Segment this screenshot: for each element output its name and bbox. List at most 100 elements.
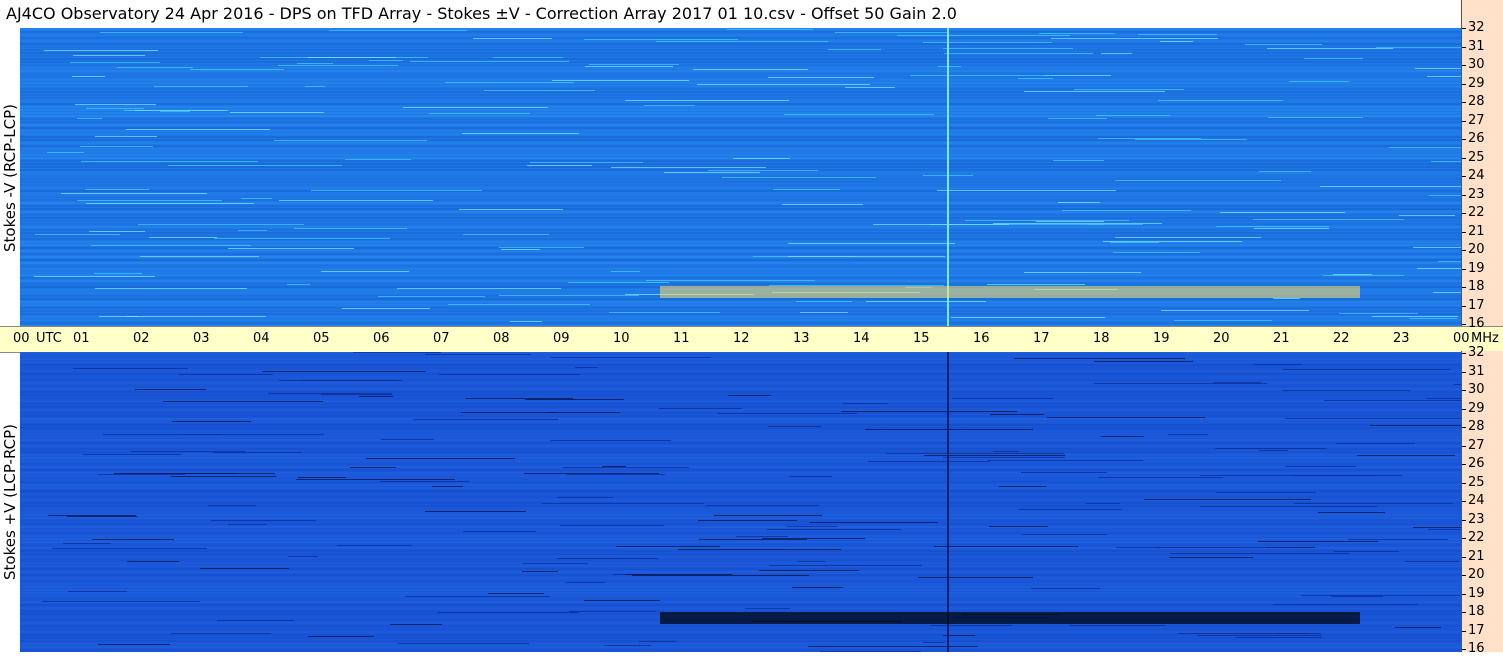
signal-streak <box>611 271 640 272</box>
signal-streak <box>828 49 881 50</box>
signal-streak <box>1235 637 1322 638</box>
utc-tick-label: 00 <box>13 331 30 346</box>
signal-streak <box>644 105 695 106</box>
spectrogram-row <box>20 643 1461 645</box>
chart-title: AJ4CO Observatory 24 Apr 2016 - DPS on T… <box>6 4 957 23</box>
signal-streak <box>656 41 828 42</box>
signal-streak <box>95 288 247 289</box>
signal-streak <box>1285 418 1461 419</box>
signal-streak <box>308 57 396 58</box>
signal-streak <box>1168 434 1208 435</box>
utc-tick-label: 02 <box>133 331 150 346</box>
signal-streak <box>930 625 1012 626</box>
spectrogram-row <box>20 49 1461 51</box>
signal-streak <box>1161 310 1309 311</box>
signal-streak <box>745 608 790 609</box>
signal-streak <box>1273 298 1300 299</box>
signal-streak <box>1253 219 1404 220</box>
signal-streak <box>951 317 1105 318</box>
signal-streak <box>461 412 556 413</box>
spectrogram-row <box>20 415 1461 417</box>
signal-streak <box>1415 68 1461 69</box>
signal-streak <box>792 587 843 588</box>
signal-streak <box>1048 118 1107 119</box>
signal-streak <box>117 67 193 68</box>
signal-streak <box>488 593 544 594</box>
signal-streak <box>268 393 303 394</box>
signal-streak <box>1301 595 1460 596</box>
spectrogram-row <box>20 379 1461 381</box>
spectrogram-row <box>20 595 1461 597</box>
signal-streak <box>1339 313 1418 314</box>
signal-streak <box>769 565 922 566</box>
freq-tick-label: 28 <box>1468 419 1485 434</box>
signal-streak <box>200 568 289 569</box>
signal-streak <box>445 82 574 83</box>
signal-streak <box>425 354 531 355</box>
signal-streak <box>1135 139 1247 140</box>
signal-streak <box>843 403 888 404</box>
signal-streak <box>1014 358 1185 359</box>
signal-streak <box>616 546 720 547</box>
signal-streak <box>149 237 217 238</box>
spectrogram-row <box>20 253 1461 255</box>
freq-tick <box>1462 213 1466 214</box>
spectrogram-row <box>20 76 1461 78</box>
signal-streak <box>398 643 529 644</box>
signal-streak <box>1160 41 1193 42</box>
freq-tick-label: 31 <box>1468 38 1485 54</box>
signal-streak <box>350 467 396 468</box>
signal-streak <box>1283 369 1450 370</box>
signal-streak <box>575 367 598 368</box>
utc-tick-label: 08 <box>493 331 510 346</box>
spectrogram-row <box>20 466 1461 468</box>
signal-streak <box>288 556 318 557</box>
freq-tick-label: 21 <box>1468 548 1485 564</box>
signal-streak <box>918 577 1033 578</box>
signal-streak <box>493 57 563 58</box>
signal-streak <box>1021 472 1107 473</box>
spectrogram-row <box>20 469 1461 471</box>
spectrogram-row <box>20 127 1461 129</box>
freq-tick-label: 20 <box>1468 242 1485 257</box>
spectrogram-row <box>20 376 1461 378</box>
signal-streak <box>1170 553 1349 554</box>
signal-streak <box>873 224 1009 225</box>
spectrogram-row <box>20 274 1461 276</box>
signal-streak <box>552 80 689 81</box>
signal-streak <box>698 520 797 521</box>
freq-tick <box>1462 120 1466 122</box>
signal-streak <box>1254 364 1302 365</box>
freq-tick <box>1462 501 1466 502</box>
signal-streak <box>759 570 859 571</box>
signal-streak <box>91 245 251 246</box>
freq-axis-bottom: 32 31 30 29 28 27 26 25 24 23 22 21 20 19 18 17 16 <box>1461 345 1503 656</box>
signal-streak <box>728 395 771 396</box>
spectrogram-row <box>20 367 1461 369</box>
freq-tick <box>1462 445 1466 447</box>
signal-streak <box>866 301 986 302</box>
freq-tick <box>1462 630 1466 632</box>
spectrogram-row <box>20 151 1461 153</box>
signal-streak <box>1086 503 1120 504</box>
spectrogram-row <box>20 580 1461 582</box>
spectrogram-row <box>20 229 1461 231</box>
freq-tick <box>1462 139 1466 140</box>
signal-streak <box>697 84 870 85</box>
signal-streak <box>98 474 185 475</box>
spectrogram-row <box>20 259 1461 261</box>
signal-streak <box>425 511 526 512</box>
signal-streak <box>429 113 530 114</box>
signal-streak <box>462 133 579 134</box>
signal-streak <box>214 238 390 239</box>
spectrogram-row <box>20 163 1461 165</box>
freq-tick <box>1462 519 1466 521</box>
signal-streak <box>1024 272 1141 273</box>
signal-streak <box>77 118 102 119</box>
signal-streak <box>99 316 138 317</box>
spectrogram-row <box>20 109 1461 111</box>
signal-streak <box>1254 228 1329 229</box>
spectrogram-row <box>20 598 1461 600</box>
signal-streak <box>1036 221 1104 222</box>
signal-streak <box>70 62 160 63</box>
